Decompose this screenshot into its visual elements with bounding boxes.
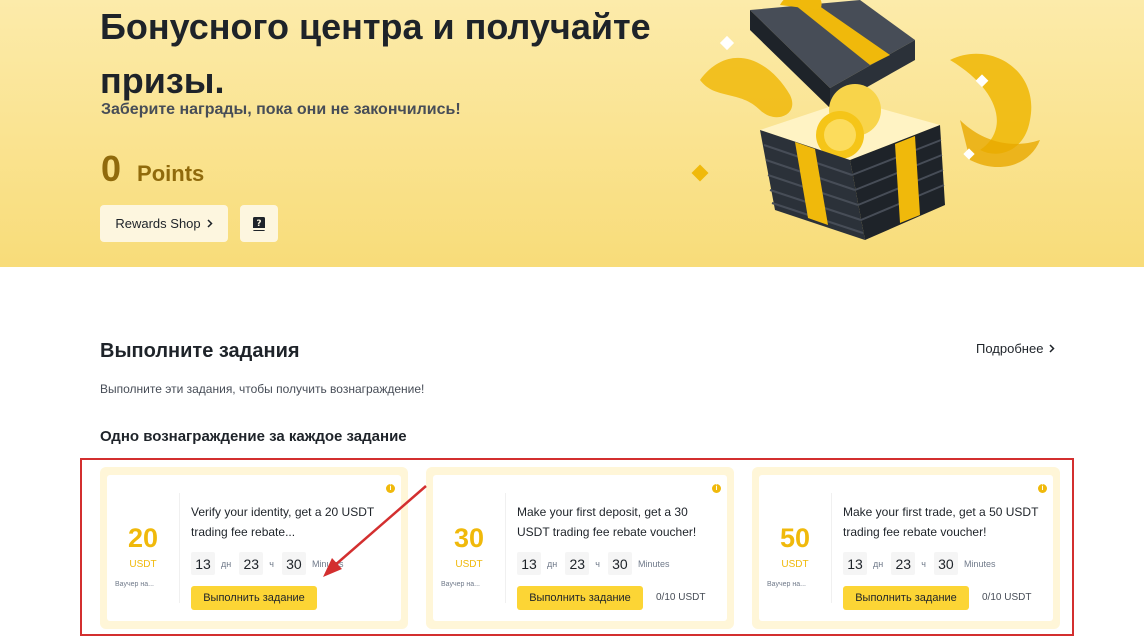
timer-hours: 23 [565,552,590,575]
info-icon[interactable]: i [712,484,721,493]
timer-hours-unit: ч [269,558,274,569]
points-label: Points [137,161,205,186]
countdown-timer: 13 дн 23 ч 30 Minutes [517,552,673,575]
chevron-right-icon [1049,344,1055,353]
timer-days-unit: дн [873,558,884,569]
tasks-subsection-title: Одно вознаграждение за каждое задание [100,428,407,445]
points-display: 0 Points [101,148,204,190]
task-title: Make your first trade, get a 50 USDT tra… [843,505,1039,539]
reward-panel: 30 USDT Ваучер на... [433,475,505,621]
task-card: 30 USDT Ваучер на... i Make your first d… [426,467,734,629]
timer-days: 13 [191,552,215,575]
task-title: Make your first deposit, get a 30 USDT t… [517,505,697,539]
timer-minutes: 30 [281,552,306,575]
timer-days-unit: дн [221,558,232,569]
reward-unit: USDT [455,559,483,570]
help-book-icon: ? [253,216,265,231]
points-value: 0 [101,148,122,189]
timer-hours: 23 [891,552,916,575]
more-link-label: Подробнее [976,341,1044,356]
timer-minutes: 30 [933,552,958,575]
card-divider [179,493,180,603]
task-title: Verify your identity, get a 20 USDT trad… [191,505,374,539]
task-card: 50 USDT Ваучер на... i Make your first t… [752,467,1060,629]
task-progress: 0/10 USDT [656,592,706,603]
hero-subtitle: Заберите награды, пока они не закончилис… [101,101,461,118]
countdown-timer: 13 дн 23 ч 30 Minutes [191,552,347,575]
gift-box-illustration [691,0,1040,240]
reward-unit: USDT [129,559,157,570]
reward-type: Ваучер на... [767,581,806,588]
tasks-section-title: Выполните задания [100,340,300,362]
card-divider [505,493,506,603]
card-divider [831,493,832,603]
timer-minutes-unit: Minutes [637,558,670,569]
reward-amount: 30 [453,523,485,553]
rewards-shop-button[interactable]: Rewards Shop [100,205,228,242]
chevron-right-icon [207,219,213,228]
timer-minutes: 30 [607,552,632,575]
task-progress: 0/10 USDT [982,592,1032,603]
reward-panel: 20 USDT Ваучер на... [107,475,179,621]
task-card-body: 20 USDT Ваучер на... i Verify your ident… [107,475,401,621]
reward-type: Ваучер на... [441,581,480,588]
task-card-body: 50 USDT Ваучер на... i Make your first t… [759,475,1053,621]
task-card-body: 30 USDT Ваучер на... i Make your first d… [433,475,727,621]
timer-hours-unit: ч [921,558,926,569]
complete-task-button[interactable]: Выполнить задание [517,586,643,610]
more-link[interactable]: Подробнее [976,341,1055,356]
timer-minutes-unit: Minutes [311,558,344,569]
hero-title: Бонусного центра и получайте призы. [100,6,651,101]
help-button[interactable]: ? [240,205,278,242]
complete-task-button[interactable]: Выполнить задание [843,586,969,610]
complete-task-button[interactable]: Выполнить задание [191,586,317,610]
info-icon[interactable]: i [1038,484,1047,493]
reward-type: Ваучер на... [115,581,154,588]
reward-amount: 20 [127,523,159,553]
timer-hours: 23 [239,552,264,575]
timer-days-unit: дн [547,558,558,569]
reward-amount: 50 [779,523,811,553]
info-icon[interactable]: i [386,484,395,493]
rewards-shop-label: Rewards Shop [115,216,201,231]
timer-hours-unit: ч [595,558,600,569]
timer-minutes-unit: Minutes [963,558,996,569]
timer-days: 13 [517,552,541,575]
task-card: 20 USDT Ваучер на... i Verify your ident… [100,467,408,629]
timer-days: 13 [843,552,867,575]
tasks-section-description: Выполните эти задания, чтобы получить во… [100,382,425,396]
hero-banner: Бонусного центра и получайте призы. Забе… [0,0,1144,267]
reward-unit: USDT [781,559,809,570]
reward-panel: 50 USDT Ваучер на... [759,475,831,621]
svg-text:?: ? [256,219,261,229]
countdown-timer: 13 дн 23 ч 30 Minutes [843,552,999,575]
